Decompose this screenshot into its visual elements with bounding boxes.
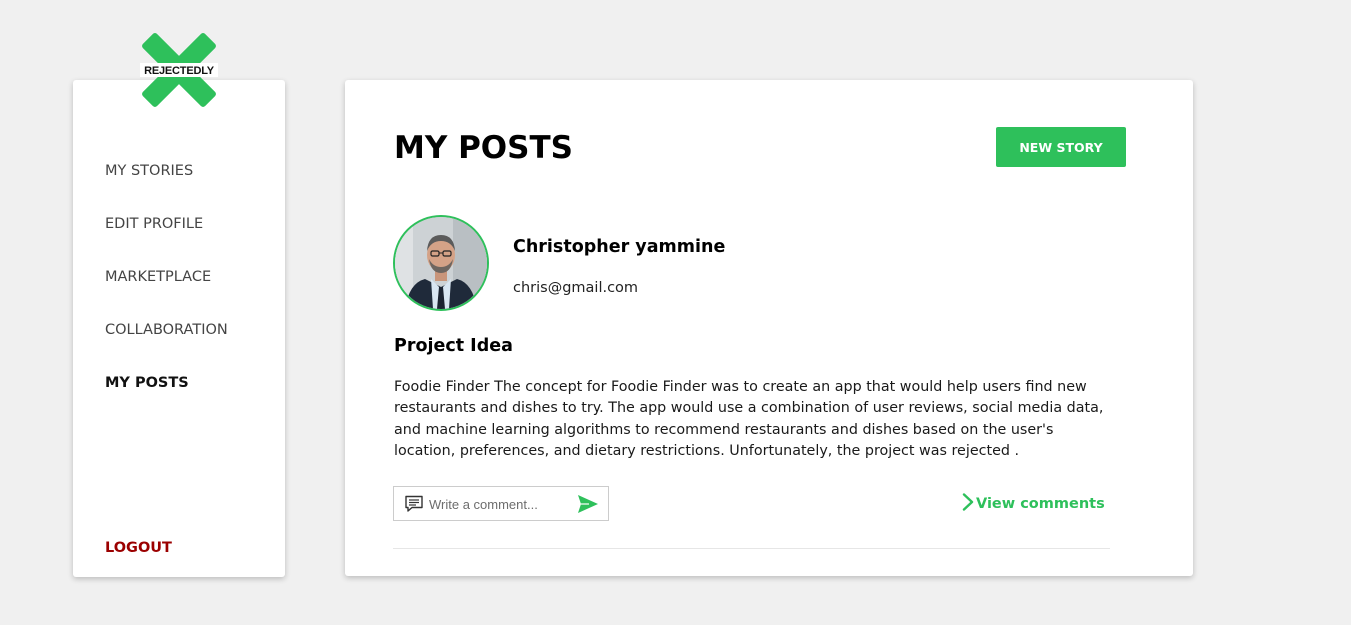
chevron-right-icon [962, 493, 974, 511]
page-title: MY POSTS [394, 130, 573, 166]
comment-box [393, 486, 609, 521]
new-story-button[interactable]: NEW STORY [996, 127, 1126, 167]
sidebar-nav: MY STORIES EDIT PROFILE MARKETPLACE COLL… [105, 163, 228, 428]
comment-icon [404, 495, 424, 517]
sidebar-item-collaboration[interactable]: COLLABORATION [105, 322, 228, 375]
post-title: Project Idea [394, 336, 513, 356]
sidebar-item-my-stories[interactable]: MY STORIES [105, 163, 228, 216]
post-body: Foodie Finder The concept for Foodie Fin… [394, 379, 1104, 459]
sidebar-item-my-posts[interactable]: MY POSTS [105, 375, 228, 428]
comment-input[interactable] [429, 493, 569, 515]
view-comments-label: View comments [976, 496, 1105, 512]
avatar [393, 215, 489, 311]
profile-photo [395, 217, 487, 309]
sidebar-item-marketplace[interactable]: MARKETPLACE [105, 269, 228, 322]
brand-logo[interactable]: REJECTEDLY [139, 32, 219, 108]
sidebar: MY STORIES EDIT PROFILE MARKETPLACE COLL… [73, 80, 285, 577]
post-divider [393, 548, 1110, 549]
view-comments-link[interactable]: View comments [962, 493, 1105, 512]
sidebar-item-edit-profile[interactable]: EDIT PROFILE [105, 216, 228, 269]
send-icon[interactable] [577, 494, 599, 518]
brand-name: REJECTEDLY [144, 65, 214, 77]
author-name: Christopher yammine [513, 237, 726, 257]
logout-link[interactable]: LOGOUT [105, 540, 172, 556]
author-email: chris@gmail.com [513, 280, 639, 296]
main-panel: MY POSTS NEW STORY Christopher yammine c… [345, 80, 1193, 576]
